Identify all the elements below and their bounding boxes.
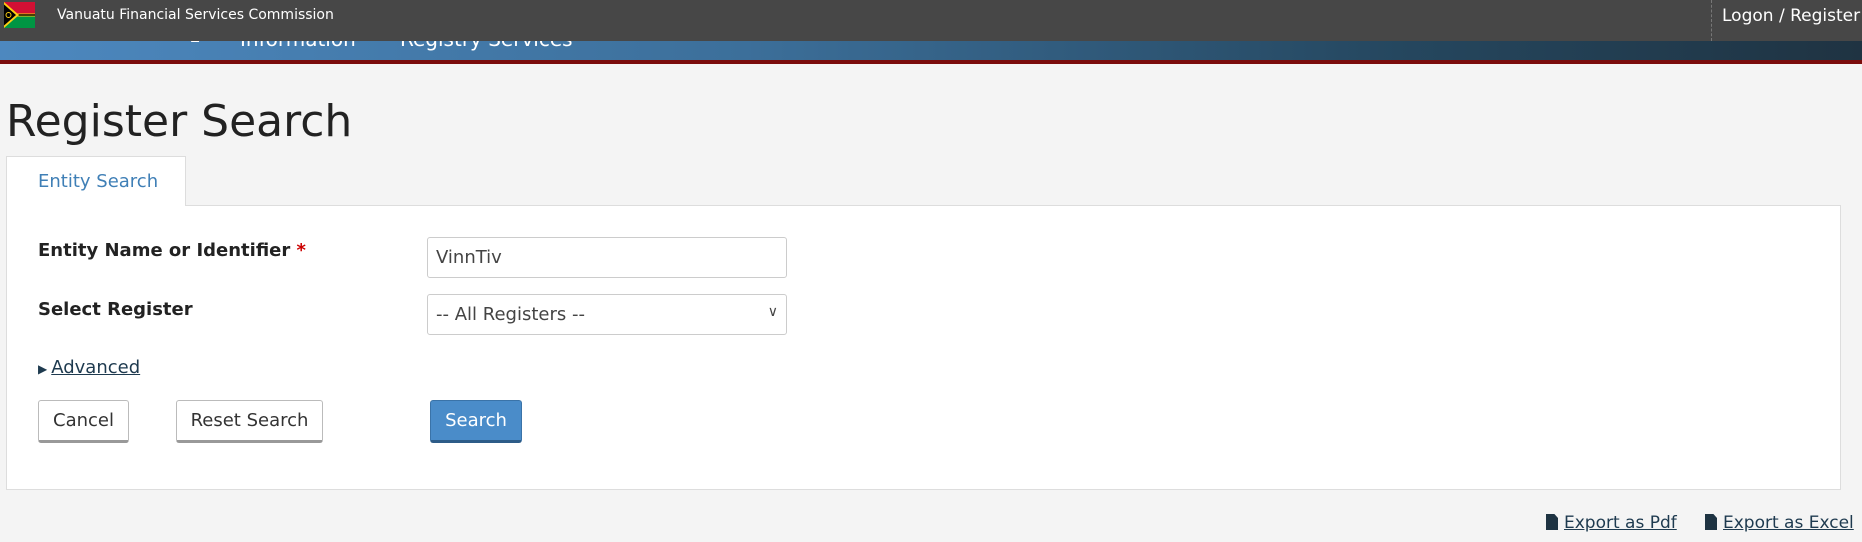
brand-title: Vanuatu Financial Services Commission — [57, 7, 334, 23]
entity-name-input[interactable]: VinnTiv — [427, 237, 787, 278]
export-pdf-link[interactable]: Export as Pdf — [1546, 513, 1677, 533]
nav-item-information[interactable]: Information — [240, 41, 356, 51]
nav-bar: ⌂ Information Registry Services — [0, 41, 1862, 60]
select-register-label: Select Register — [38, 299, 193, 320]
page-title: Register Search — [6, 96, 353, 147]
file-icon — [1546, 514, 1558, 530]
vanuatu-flag-logo — [4, 2, 35, 28]
file-icon — [1705, 514, 1717, 530]
top-bar: Vanuatu Financial Services Commission Lo… — [0, 0, 1862, 41]
chevron-down-icon: ∨ — [767, 304, 778, 320]
tab-entity-search[interactable]: Entity Search — [6, 156, 186, 206]
home-icon[interactable]: ⌂ — [190, 41, 200, 46]
entity-name-label: Entity Name or Identifier * — [38, 240, 306, 261]
cancel-button[interactable]: Cancel — [38, 400, 129, 443]
divider — [0, 60, 1862, 64]
nav-item-registry-services[interactable]: Registry Services — [400, 41, 573, 51]
search-button[interactable]: Search — [430, 400, 522, 443]
reset-search-button[interactable]: Reset Search — [176, 400, 323, 443]
search-panel: Entity Name or Identifier * VinnTiv Sele… — [6, 205, 1841, 490]
logon-register-link[interactable]: Logon / Register — [1711, 0, 1862, 41]
advanced-toggle[interactable]: ▶ Advanced — [38, 357, 140, 378]
caret-right-icon: ▶ — [38, 362, 48, 376]
export-excel-link[interactable]: Export as Excel — [1705, 513, 1854, 533]
register-select[interactable]: -- All Registers -- ∨ — [427, 294, 787, 335]
